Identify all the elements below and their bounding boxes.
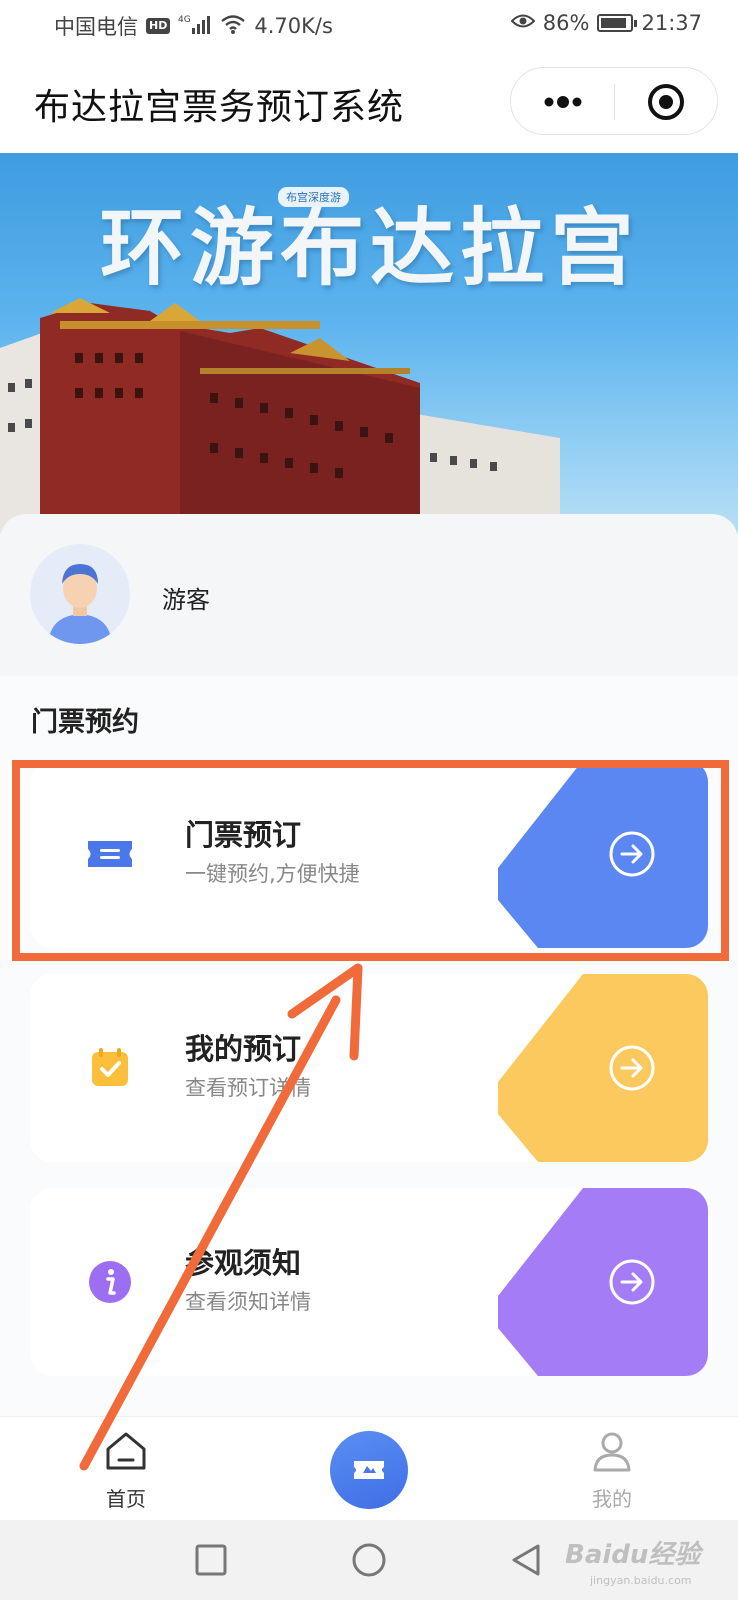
back-button[interactable] bbox=[508, 1542, 544, 1578]
more-dots-icon bbox=[544, 96, 582, 108]
more-menu-button[interactable] bbox=[541, 90, 585, 114]
nav-bar: 布达拉宫票务预订系统 bbox=[0, 50, 738, 153]
visit-notice-card[interactable]: 参观须知 查看须知详情 bbox=[30, 1188, 708, 1376]
arrow-right-icon bbox=[609, 1259, 655, 1305]
carrier-name: 中国电信 bbox=[54, 15, 138, 39]
booking-section: 门票预约 门票预订 一键预约,方便快捷 我的预订 查看预订详情 参观须知 查看须… bbox=[0, 676, 738, 1416]
banner-title: 环游布达拉宫 bbox=[100, 198, 641, 297]
banner-tag: 布宫深度游 bbox=[278, 187, 349, 207]
battery-percent: 86% bbox=[542, 11, 590, 35]
arrow-right-icon bbox=[609, 1045, 655, 1091]
checklist-icon-circle bbox=[60, 1018, 160, 1118]
avatar[interactable] bbox=[30, 544, 130, 644]
clock: 21:37 bbox=[641, 11, 702, 35]
eye-icon bbox=[510, 11, 536, 35]
square-icon bbox=[195, 1544, 227, 1576]
card-title: 参观须知 bbox=[185, 1246, 302, 1280]
card-title: 门票预订 bbox=[185, 818, 302, 852]
tab-shape bbox=[498, 974, 708, 1162]
tab-shape bbox=[498, 760, 708, 948]
home-system-button[interactable] bbox=[351, 1542, 387, 1578]
circle-icon bbox=[352, 1543, 386, 1577]
network-speed: 4.70K/s bbox=[254, 14, 333, 38]
watermark-url: jingyan.baidu.com bbox=[590, 1574, 692, 1587]
home-icon bbox=[106, 1432, 146, 1470]
user-info: 游客 bbox=[0, 514, 738, 676]
card-title: 我的预订 bbox=[185, 1032, 302, 1066]
main-content: 游客 门票预约 门票预订 一键预约,方便快捷 我的预订 查看预订详情 参观须知 … bbox=[0, 514, 738, 1416]
arrow-right-icon bbox=[609, 831, 655, 877]
tab-shape bbox=[498, 1188, 708, 1376]
miniprogram-capsule bbox=[510, 67, 718, 135]
checklist-icon bbox=[92, 1048, 128, 1086]
wifi-icon bbox=[220, 13, 246, 40]
status-right: 86% 21:37 bbox=[510, 11, 702, 35]
recents-button[interactable] bbox=[193, 1542, 229, 1578]
ticket-icon bbox=[354, 1461, 384, 1479]
status-bar: 中国电信 HD 4G 4.70K/s 86% 21:37 bbox=[0, 0, 738, 50]
watermark: Baidu经验 bbox=[565, 1540, 701, 1570]
ticket-icon bbox=[88, 841, 132, 867]
go-button[interactable] bbox=[498, 974, 708, 1162]
system-nav-bar: Baidu经验 jingyan.baidu.com bbox=[0, 1520, 738, 1600]
section-title: 门票预约 bbox=[31, 707, 139, 738]
card-subtitle: 查看预订详情 bbox=[185, 1076, 311, 1100]
battery-icon bbox=[597, 14, 638, 32]
hd-badge: HD bbox=[146, 18, 171, 34]
tab-label: 首页 bbox=[106, 1487, 146, 1511]
user-name: 游客 bbox=[162, 586, 210, 614]
info-icon-circle bbox=[60, 1232, 160, 1332]
back-triangle-icon bbox=[512, 1544, 540, 1576]
close-miniprogram-button[interactable] bbox=[647, 83, 685, 121]
status-left: 中国电信 HD 4G 4.70K/s bbox=[54, 11, 333, 41]
page-title: 布达拉宫票务预订系统 bbox=[34, 87, 405, 128]
tab-label: 我的 bbox=[592, 1487, 632, 1511]
user-avatar-icon bbox=[48, 564, 112, 644]
go-button[interactable] bbox=[498, 1188, 708, 1376]
tab-mine[interactable]: 我的 bbox=[552, 1417, 672, 1521]
target-close-icon bbox=[648, 84, 684, 120]
tab-home[interactable]: 首页 bbox=[66, 1417, 186, 1521]
tab-center-button[interactable] bbox=[330, 1431, 408, 1509]
battery-level bbox=[601, 18, 626, 28]
my-bookings-card[interactable]: 我的预订 查看预订详情 bbox=[30, 974, 708, 1162]
go-button[interactable] bbox=[498, 760, 708, 948]
banner-image[interactable]: 环游布达拉宫 布宫深度游 bbox=[0, 153, 738, 533]
user-icon bbox=[593, 1432, 631, 1472]
svg-text:4G: 4G bbox=[178, 15, 191, 25]
tab-bar: 首页 我的 bbox=[0, 1416, 738, 1520]
capsule-divider bbox=[614, 84, 615, 120]
ticket-booking-card[interactable]: 门票预订 一键预约,方便快捷 bbox=[30, 760, 708, 948]
card-subtitle: 查看须知详情 bbox=[185, 1290, 311, 1314]
card-subtitle: 一键预约,方便快捷 bbox=[185, 862, 360, 886]
info-icon bbox=[89, 1261, 131, 1303]
ticket-icon-circle bbox=[60, 804, 160, 904]
signal-icon: 4G bbox=[178, 13, 212, 40]
